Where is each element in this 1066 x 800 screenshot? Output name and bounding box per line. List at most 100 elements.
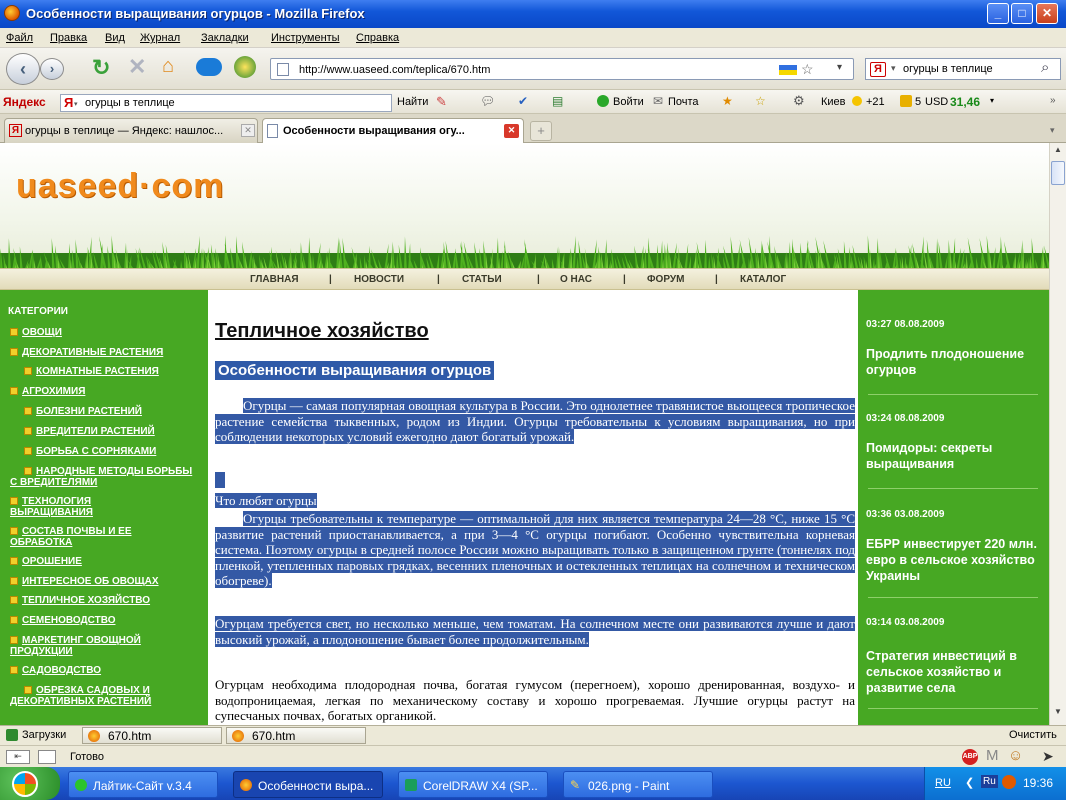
minimize-button[interactable]: _ [987, 3, 1009, 24]
taskbar-button[interactable]: Лайтик-Сайт v.3.4 [68, 771, 218, 798]
tab-close-icon[interactable]: ✕ [241, 124, 255, 137]
nav-about[interactable]: О НАС [560, 274, 592, 285]
category-link[interactable]: КОМНАТНЫЕ РАСТЕНИЯ [24, 366, 159, 377]
scroll-up-icon[interactable]: ▲ [1052, 145, 1064, 159]
search-icon[interactable]: ⌕ [1041, 59, 1049, 76]
vertical-scrollbar[interactable]: ▲ ▼ [1049, 143, 1066, 725]
yandex-mail-link[interactable]: Почта [668, 96, 699, 108]
translate-icon[interactable]: ▤ [552, 94, 563, 108]
spellcheck-icon[interactable]: ✔ [518, 94, 528, 108]
toolbar-overflow-icon[interactable]: » [1050, 95, 1056, 106]
menu-tools[interactable]: Инструменты [271, 32, 340, 44]
start-button[interactable] [0, 767, 60, 800]
toggle-sidebar-icon[interactable]: ⇤ [6, 750, 30, 764]
category-link[interactable]: БОРЬБА С СОРНЯКАМИ [24, 446, 156, 457]
category-link[interactable]: ОБРЕЗКА САДОВЫХ И ДЕКОРАТИВНЫХ РАСТЕНИЙ [10, 685, 200, 707]
category-link[interactable]: САДОВОДСТВО [10, 665, 101, 676]
menu-file[interactable]: Файл [6, 32, 33, 44]
home-icon[interactable]: ⌂ [162, 55, 174, 78]
address-bar[interactable]: http://www.uaseed.com/teplica/670.htm ☆ … [270, 58, 854, 80]
category-link[interactable]: МАРКЕТИНГ ОВОЩНОЙ ПРОДУКЦИИ [10, 635, 180, 657]
bullet-icon [24, 407, 32, 415]
bookmarks-icon[interactable]: ★ [722, 94, 733, 108]
stop-icon[interactable]: ✕ [128, 54, 146, 80]
download-item[interactable]: 670.htm [226, 727, 366, 744]
search-box[interactable]: Я ▾ огурцы в теплице ⌕ [865, 58, 1061, 80]
face-icon[interactable]: ☺ [1008, 747, 1023, 764]
tab-list-icon[interactable]: ▾ [1050, 125, 1055, 136]
downloads-clear-button[interactable]: Очистить [1009, 729, 1057, 741]
maximize-button[interactable]: □ [1011, 3, 1033, 24]
favorites-star-icon[interactable]: ☆ [755, 94, 766, 108]
tab-current[interactable]: Особенности выращивания огу... ✕ [262, 118, 524, 143]
menu-edit[interactable]: Правка [50, 32, 87, 44]
tray-app-icon[interactable] [1002, 775, 1016, 789]
settings-gear-icon[interactable]: ⚙ [793, 93, 805, 109]
addon-green-icon[interactable] [234, 56, 256, 78]
nav-news[interactable]: НОВОСТИ [354, 274, 404, 285]
download-item[interactable]: 670.htm [82, 727, 222, 744]
adblock-icon[interactable]: ABP [962, 749, 978, 765]
tab-yandex[interactable]: Я огурцы в теплице — Яндекс: нашлос... ✕ [4, 118, 258, 143]
tray-chevron-icon[interactable]: ❮ [965, 776, 974, 789]
yandex-login-link[interactable]: Войти [613, 96, 644, 108]
site-logo[interactable]: uaseed·com [16, 167, 224, 206]
reload-icon[interactable]: ↻ [92, 55, 110, 81]
category-link[interactable]: ОВОЩИ [10, 327, 62, 338]
window-titlebar[interactable]: Особенности выращивания огурцов - Mozill… [0, 0, 1066, 28]
menu-history[interactable]: Журнал [140, 32, 180, 44]
close-button[interactable]: ✕ [1036, 3, 1058, 24]
category-link[interactable]: ИНТЕРЕСНОЕ ОБ ОВОЩАХ [10, 576, 159, 587]
news-link[interactable]: Помидоры: секреты выращивания [866, 440, 1041, 472]
query-dropdown-icon[interactable]: ▾ [74, 100, 78, 108]
category-link[interactable]: ОРОШЕНИЕ [10, 556, 82, 567]
yandex-find-button[interactable]: Найти [397, 96, 428, 108]
weather-city[interactable]: Киев [821, 96, 846, 108]
currency-label: USD [925, 96, 949, 108]
engine-dropdown-icon[interactable]: ▾ [891, 63, 896, 74]
category-link[interactable]: ТЕХНОЛОГИЯ ВЫРАЩИВАНИЯ [10, 496, 150, 518]
new-tab-button[interactable]: + [530, 121, 552, 141]
category-link[interactable]: ТЕПЛИЧНОЕ ХОЗЯЙСТВО [10, 595, 150, 606]
pen-icon[interactable]: ✎ [436, 94, 447, 110]
gmail-icon[interactable]: M [986, 747, 999, 764]
taskbar-button[interactable]: CorelDRAW X4 (SP... [398, 771, 548, 798]
scroll-down-icon[interactable]: ▼ [1052, 707, 1064, 721]
category-link[interactable]: БОЛЕЗНИ РАСТЕНИЙ [24, 406, 142, 417]
currency-dropdown-icon[interactable]: ▾ [990, 96, 994, 105]
category-link[interactable]: СОСТАВ ПОЧВЫ И ЕЕ ОБРАБОТКА [10, 526, 170, 548]
taskbar-button-active[interactable]: Особенности выра... [233, 771, 383, 798]
nav-catalog[interactable]: КАТАЛОГ [740, 274, 786, 285]
taskbar-button[interactable]: ✎ 026.png - Paint [563, 771, 713, 798]
category-link[interactable]: СЕМЕНОВОДСТВО [10, 615, 115, 626]
chat-bubble-icon[interactable]: 💬︎ [480, 94, 495, 108]
menu-help[interactable]: Справка [356, 32, 399, 44]
tab-close-icon[interactable]: ✕ [504, 124, 519, 138]
yandex-search-input[interactable]: Я ▾ огурцы в теплице [60, 94, 392, 112]
news-link[interactable]: Стратегия инвестиций в сельское хозяйств… [866, 648, 1041, 696]
category-link[interactable]: ДЕКОРАТИВНЫЕ РАСТЕНИЯ [10, 347, 163, 358]
yandex-brand[interactable]: Яндекс [3, 95, 46, 109]
back-button[interactable]: ‹ [6, 53, 40, 85]
addon-icon[interactable] [196, 58, 222, 76]
downloads-label[interactable]: Загрузки [22, 729, 66, 741]
dropdown-arrow-icon[interactable]: ▾ [837, 62, 842, 73]
news-link[interactable]: Продлить плодоношение огурцов [866, 346, 1041, 378]
menu-bookmarks[interactable]: Закладки [201, 32, 249, 44]
news-link[interactable]: ЕБРР инвестирует 220 млн. евро в сельско… [866, 536, 1041, 584]
language-indicator[interactable]: RU [935, 777, 951, 789]
category-link[interactable]: НАРОДНЫЕ МЕТОДЫ БОРЬБЫ С ВРЕДИТЕЛЯМИ [10, 466, 200, 488]
forward-button[interactable]: › [40, 58, 64, 80]
nav-home[interactable]: ГЛАВНАЯ [250, 274, 299, 285]
window-icon[interactable] [38, 750, 56, 764]
bookmark-star-icon[interactable]: ☆ [801, 61, 814, 78]
news-date: 03:36 03.08.2009 [866, 509, 945, 520]
category-link[interactable]: АГРОХИМИЯ [10, 386, 85, 397]
scroll-thumb[interactable] [1051, 161, 1065, 185]
yandex-engine-icon[interactable]: Я [870, 62, 886, 77]
tray-lang[interactable]: Ru [981, 775, 998, 788]
category-link[interactable]: ВРЕДИТЕЛИ РАСТЕНИЙ [24, 426, 155, 437]
nav-articles[interactable]: СТАТЬИ [462, 274, 502, 285]
menu-view[interactable]: Вид [105, 32, 125, 44]
nav-forum[interactable]: ФОРУМ [647, 274, 684, 285]
